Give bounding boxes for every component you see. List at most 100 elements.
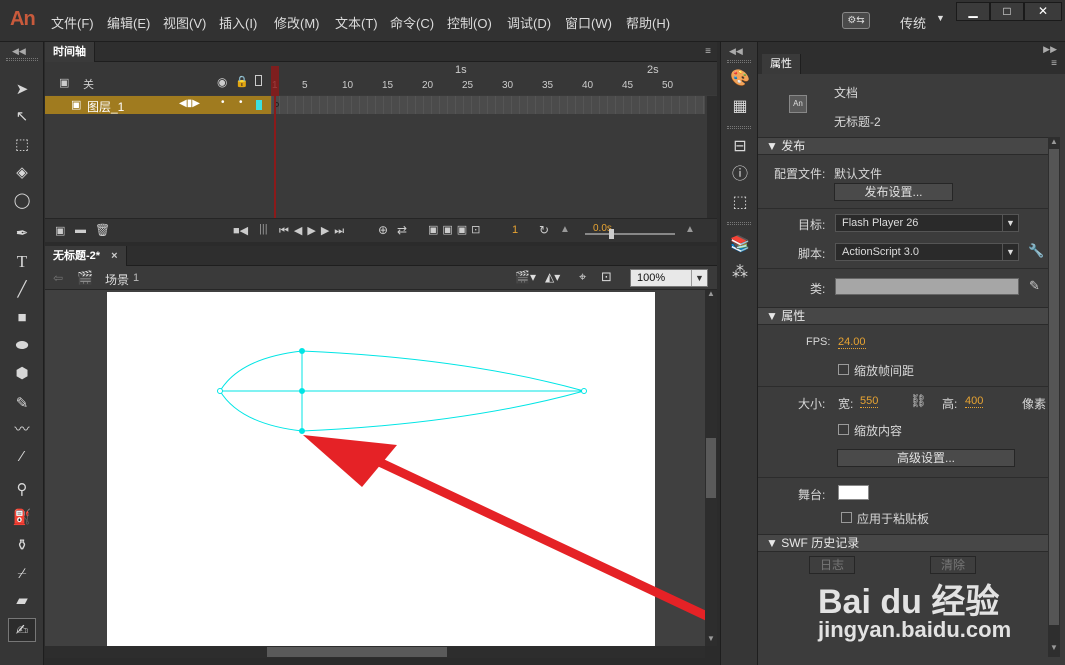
height-value[interactable]: 400 — [965, 395, 984, 408]
delete-layer-icon[interactable]: 🗑 — [95, 223, 110, 237]
chevron-down-icon[interactable]: ▼ — [1002, 215, 1018, 231]
menu-window[interactable]: 窗口(W) — [565, 13, 612, 32]
text-tool-icon[interactable]: T — [8, 250, 36, 274]
edit-symbol-icon[interactable]: ◭▾ — [545, 270, 560, 284]
clip-stage-icon[interactable]: ⊡ — [601, 269, 612, 285]
camera-icon[interactable]: ■◀ — [233, 224, 248, 237]
center-stage-icon[interactable]: ⌖ — [579, 269, 586, 285]
vscroll-thumb[interactable] — [706, 438, 716, 498]
layer-frame-nav-icon[interactable]: ◀▮▶ — [179, 98, 200, 109]
panel-menu-icon[interactable]: ≡ — [1051, 58, 1057, 69]
collapse-icon[interactable]: ▶▶ — [1043, 44, 1057, 55]
advanced-settings-button[interactable]: 高级设置... — [837, 449, 1015, 467]
zoom-out-frames-icon[interactable]: ▲ — [560, 224, 570, 235]
stage-color-swatch[interactable] — [838, 485, 869, 500]
menu-control[interactable]: 控制(O) — [447, 13, 492, 32]
log-button[interactable]: 日志 — [809, 556, 855, 574]
class-input[interactable] — [835, 278, 1019, 295]
collapse-icon[interactable]: ◀◀ — [729, 46, 743, 57]
pasteboard[interactable] — [45, 290, 705, 646]
align-panel-icon[interactable]: ⊟ — [728, 136, 752, 158]
menu-file[interactable]: 文件(F) — [51, 13, 94, 32]
subselection-tool-icon[interactable]: ↖ — [8, 105, 36, 129]
menu-commands[interactable]: 命令(C) — [390, 13, 434, 32]
zoom-select[interactable]: 100% ▼ — [630, 269, 708, 287]
section-properties[interactable]: ▼ 属性 — [758, 307, 1048, 325]
bone-tool-icon[interactable]: ⚲ — [8, 478, 36, 502]
line-tool-icon[interactable]: ╱ — [8, 278, 36, 302]
close-button[interactable]: ✕ — [1024, 2, 1062, 21]
minimize-button[interactable]: ▁ — [956, 2, 990, 21]
target-select[interactable]: Flash Player 26 ▼ — [835, 214, 1019, 232]
timeline-scrollbar[interactable] — [707, 96, 717, 218]
frame-zoom-handle[interactable] — [609, 229, 614, 239]
width-value[interactable]: 550 — [860, 395, 879, 408]
hscroll-thumb[interactable] — [267, 647, 447, 657]
layer-name[interactable]: 图层_1 — [87, 98, 124, 115]
eye-icon[interactable]: ◉ — [217, 75, 227, 89]
menu-text[interactable]: 文本(T) — [335, 13, 378, 32]
scale-content-checkbox[interactable] — [838, 424, 849, 435]
back-arrow-icon[interactable]: ⇦ — [53, 271, 63, 285]
close-tab-icon[interactable]: × — [111, 250, 117, 262]
brush-tool-icon[interactable]: ⁄ — [8, 445, 36, 469]
menu-help[interactable]: 帮助(H) — [626, 13, 670, 32]
show-all-layers-icon[interactable]: ▣ — [59, 76, 69, 89]
width-tool-icon[interactable]: ✍ — [8, 618, 36, 642]
tab-document[interactable]: 无标题-2* × — [45, 246, 127, 266]
props-scroll-thumb[interactable] — [1049, 149, 1059, 625]
new-layer-icon[interactable]: ▣ — [55, 224, 65, 237]
collapse-icon[interactable]: ◀◀ — [12, 46, 26, 57]
panel-grip[interactable] — [727, 60, 751, 63]
selection-tool-icon[interactable]: ➤ — [8, 78, 36, 102]
sync-settings-icon[interactable]: ⚙⇆ — [842, 12, 870, 29]
panel-grip[interactable] — [727, 126, 751, 129]
center-frame-icon[interactable]: ⊕ — [378, 223, 388, 237]
free-transform-tool-icon[interactable]: ⬚ — [8, 133, 36, 157]
outline-icon[interactable] — [255, 75, 262, 86]
menu-view[interactable]: 视图(V) — [163, 13, 206, 32]
tab-timeline[interactable]: 时间轴 — [45, 42, 95, 62]
section-swf-history[interactable]: ▼ SWF 历史记录 — [758, 534, 1048, 552]
chevron-down-icon[interactable]: ▼ — [936, 13, 945, 23]
chevron-down-icon[interactable]: ▼ — [1002, 244, 1018, 260]
swatches-panel-icon[interactable]: ▦ — [728, 96, 752, 118]
polystar-tool-icon[interactable]: ⬢ — [8, 362, 36, 386]
loop-icon[interactable]: ⇄ — [397, 223, 407, 237]
lock-icon[interactable]: 🔒 — [235, 75, 249, 88]
eraser-tool-icon[interactable]: ▰ — [8, 589, 36, 613]
edit-scene-icon[interactable]: 🎬▾ — [515, 270, 536, 284]
components-panel-icon[interactable]: ⁂ — [728, 262, 752, 284]
frame-zoom-slider[interactable] — [585, 233, 675, 235]
publish-settings-button[interactable]: 发布设置... — [834, 183, 953, 201]
color-panel-icon[interactable]: 🎨 — [728, 68, 752, 90]
pencil-tool-icon[interactable]: ✎ — [8, 392, 36, 416]
playback-controls-icon[interactable]: ⏮◀▶▶⏭ — [279, 224, 349, 238]
script-select[interactable]: ActionScript 3.0 ▼ — [835, 243, 1019, 261]
layer-lock-dot[interactable]: • — [239, 97, 243, 108]
wrench-icon[interactable]: 🔧 — [1028, 243, 1044, 259]
stage-vscrollbar[interactable]: ▲ ▼ — [705, 289, 717, 646]
zoom-in-frames-icon[interactable]: ▲ — [685, 224, 695, 235]
menu-debug[interactable]: 调试(D) — [507, 13, 551, 32]
info-panel-icon[interactable]: ⓘ — [728, 164, 752, 186]
properties-scrollbar[interactable]: ▲ ▼ — [1048, 137, 1060, 657]
stage-hscrollbar[interactable] — [45, 646, 705, 658]
library-panel-icon[interactable]: 📚 — [728, 234, 752, 256]
maximize-button[interactable]: □ — [990, 2, 1024, 21]
scale-spacing-checkbox[interactable] — [838, 364, 849, 375]
chevron-down-icon[interactable]: ▼ — [691, 270, 707, 286]
onion-skin-icon[interactable]: ▣▣▣⊡ — [428, 223, 484, 236]
workspace-switcher[interactable]: 传统 — [900, 13, 926, 32]
menu-insert[interactable]: 插入(I) — [219, 13, 257, 32]
playhead[interactable] — [271, 66, 279, 218]
layer-row[interactable]: ▣ 图层_1 ◀▮▶ • • — [45, 96, 271, 114]
paint-brush-tool-icon[interactable]: 〰 — [8, 418, 36, 442]
transform-panel-icon[interactable]: ⬚ — [728, 192, 752, 214]
paint-bucket-tool-icon[interactable]: ⛽ — [8, 506, 36, 530]
rectangle-tool-icon[interactable]: ■ — [8, 306, 36, 330]
layer-outline-color[interactable] — [256, 100, 262, 110]
current-frame[interactable]: 1 — [512, 224, 518, 236]
oval-tool-icon[interactable]: ⬬ — [8, 334, 36, 358]
new-folder-icon[interactable]: ▬ — [75, 224, 86, 236]
